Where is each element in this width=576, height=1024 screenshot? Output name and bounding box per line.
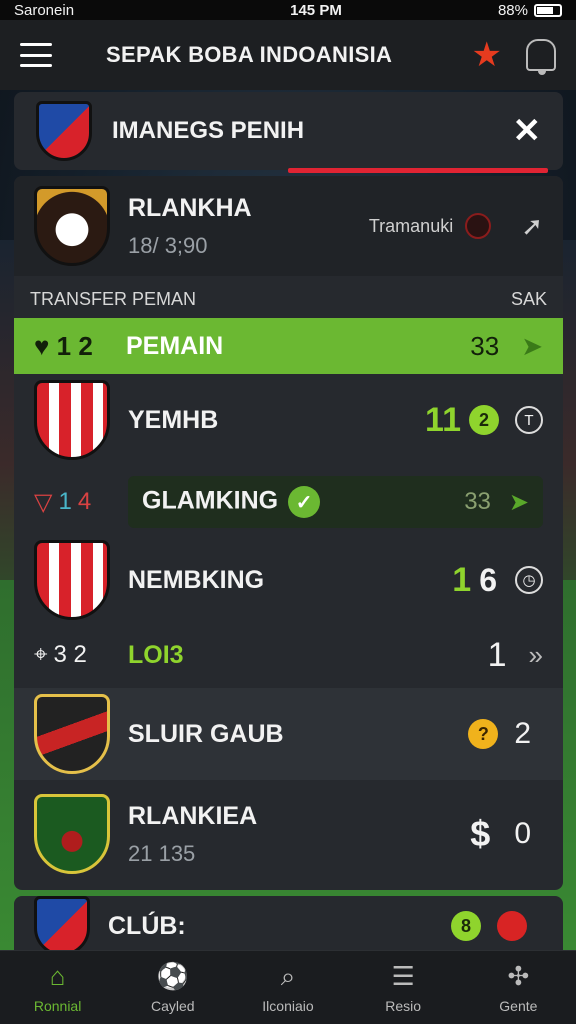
- chevron-right-icon[interactable]: »: [529, 640, 543, 671]
- bell-icon[interactable]: [526, 39, 556, 75]
- rank-label: ⌖ 3 2: [34, 641, 87, 668]
- club-crest-icon: [36, 101, 92, 161]
- info-icon[interactable]: T: [515, 406, 543, 434]
- battery-percent: 88%: [497, 1, 528, 19]
- rank-label: ♥ 1 2: [34, 330, 93, 361]
- star-icon[interactable]: ★: [472, 35, 502, 75]
- app-title: SEPAK BOBA INDOANISIA: [106, 42, 393, 67]
- row-pill: GLAMKING ✓ 33 ➤: [128, 476, 543, 528]
- team-icon: ✣: [507, 961, 530, 991]
- arrow-up-right-icon[interactable]: ➚: [521, 211, 543, 242]
- check-icon: ✓: [288, 486, 321, 518]
- list-icon: ☰: [391, 961, 415, 991]
- record-icon: [497, 911, 527, 941]
- clock-icon[interactable]: ◷: [515, 566, 543, 594]
- row-name: RLANKIEA: [128, 801, 258, 830]
- status-badge: ?: [468, 719, 499, 749]
- active-indicator: [288, 168, 548, 173]
- club-crest-icon: [34, 540, 110, 620]
- club-name: RLANKHA: [128, 193, 252, 222]
- heart-icon: ♥: [34, 330, 50, 361]
- row-name: YEMHB: [128, 405, 219, 434]
- chevron-right-icon[interactable]: ➤: [509, 488, 529, 517]
- search-icon: ⌕: [280, 960, 296, 991]
- section-header: TRANSFER PEMAN SAK: [14, 282, 563, 316]
- row-value: $: [470, 813, 491, 854]
- club-crest-icon: [34, 186, 110, 266]
- row-extra: 6: [479, 561, 497, 598]
- row-value: 11: [425, 400, 461, 439]
- club-crest-icon: [34, 794, 110, 874]
- nav-item-home[interactable]: ⌂ Ronnial: [8, 961, 108, 1014]
- pin-icon: ⌖: [34, 641, 48, 668]
- club-tag: Tramanuki: [368, 215, 454, 236]
- list-item[interactable]: ⌖ 3 2 LOI3 1 »: [14, 626, 563, 684]
- ball-icon: ⚽: [156, 961, 189, 991]
- carrier-label: Saronein: [14, 1, 75, 19]
- menu-icon[interactable]: [20, 43, 52, 67]
- nav-item-search[interactable]: ⌕ Ilconiaio: [238, 960, 338, 1014]
- section-sort[interactable]: SAK: [511, 289, 547, 310]
- status-bar: Saronein 145 PM 88%: [0, 0, 576, 20]
- list-item[interactable]: ▽ 1 4 GLAMKING ✓ 33 ➤: [14, 476, 563, 528]
- chevron-right-icon[interactable]: ➤: [521, 331, 543, 362]
- status-badge: 2: [469, 405, 499, 435]
- club-sub: 18/ 3;90: [128, 232, 208, 258]
- row-name: CLÚB:: [108, 911, 186, 940]
- clock: 145 PM: [290, 1, 342, 19]
- club-row[interactable]: CLÚB: 8: [14, 896, 563, 956]
- bottom-nav: ⌂ Ronnial ⚽ Cayled ⌕ Ilconiaio ☰ Resio ✣…: [0, 950, 576, 1024]
- row-name: LOI3: [128, 640, 184, 669]
- club-crest-icon: [34, 896, 90, 956]
- row-value: 2: [514, 717, 531, 750]
- battery-icon: [534, 3, 562, 17]
- list-item[interactable]: NEMBKING 1 6 ◷: [14, 536, 563, 624]
- ranking-card: RLANKHA 18/ 3;90 Tramanuki ➚ TRANSFER PE…: [14, 176, 563, 890]
- row-name: GLAMKING ✓: [142, 486, 464, 518]
- status-badge: 8: [451, 911, 481, 941]
- row-value: 33: [464, 488, 491, 515]
- rank-label: ▽ 1 4: [34, 488, 92, 516]
- club-crest-icon: [34, 380, 110, 460]
- highlight-row[interactable]: ♥ 1 2 PEMAIN 33 ➤: [14, 318, 563, 374]
- row-value: 1: [452, 560, 472, 599]
- nav-item-team[interactable]: ✣ Gente: [468, 961, 568, 1014]
- row-value: 1: [487, 635, 507, 674]
- row-name: NEMBKING: [128, 565, 265, 594]
- search-card[interactable]: IMANEGS PENIH ✕: [14, 92, 563, 170]
- list-item[interactable]: YEMHB 11 2 T: [14, 376, 563, 464]
- top-club-row[interactable]: RLANKHA 18/ 3;90 Tramanuki ➚: [14, 176, 563, 276]
- nav-item-ball[interactable]: ⚽ Cayled: [123, 961, 223, 1014]
- row-extra: 0: [514, 817, 531, 850]
- row-value: 33: [470, 330, 500, 361]
- row-sub: 21 135: [128, 840, 196, 866]
- app-bar: SEPAK BOBA INDOANISIA ★: [0, 20, 576, 90]
- row-name: PEMAIN: [126, 331, 224, 360]
- row-name: SLUIR GAUB: [128, 719, 284, 748]
- list-item[interactable]: RLANKIEA 21 135 $ 0: [14, 782, 563, 886]
- home-icon: ⌂: [49, 961, 66, 991]
- mini-crest-icon: [465, 213, 492, 239]
- close-icon[interactable]: ✕: [513, 111, 542, 151]
- club-crest-icon: [34, 694, 110, 774]
- list-item[interactable]: SLUIR GAUB ? 2: [14, 688, 563, 780]
- nav-item-list[interactable]: ☰ Resio: [353, 961, 453, 1014]
- search-card-title: IMANEGS PENIH: [112, 117, 305, 144]
- section-title: TRANSFER PEMAN: [30, 288, 197, 309]
- shield-icon: ▽: [34, 488, 53, 516]
